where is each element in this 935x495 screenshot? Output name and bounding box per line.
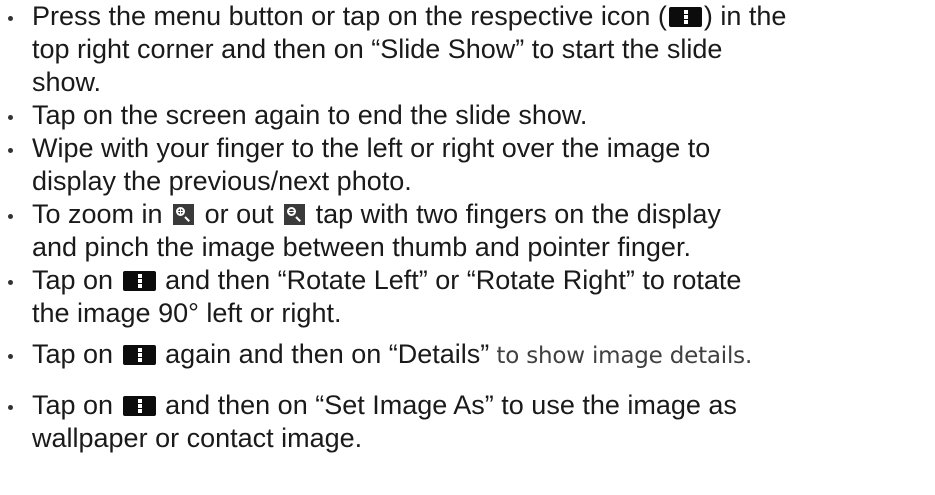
instruction-line: wallpaper or contact image. (32, 422, 362, 454)
instruction-line: Tap on the screen again to end the slide… (32, 99, 587, 131)
bullet-dot (8, 214, 13, 219)
instruction-line: Tap on and then on “Set Image As” to use… (32, 389, 737, 421)
instruction-text: and then on “Set Image As” to use the im… (157, 390, 737, 420)
bullet-dot (8, 16, 13, 21)
instruction-text: Tap on (32, 390, 121, 420)
instruction-line: Tap on and then “Rotate Left” or “Rotate… (32, 264, 741, 296)
instruction-text: Tap on (32, 265, 121, 295)
instruction-text: Tap on the screen again to end the slide… (32, 100, 588, 130)
menu-icon (668, 7, 702, 27)
bullet-dot (8, 280, 13, 285)
instruction-line: show. (32, 66, 101, 98)
instruction-text-tail: to show image details. (489, 343, 753, 369)
instruction-text: Press the menu button or tap on the resp… (32, 1, 667, 31)
instruction-line: top right corner and then on “Slide Show… (32, 33, 722, 65)
instruction-text: tap with two fingers on the display (308, 199, 721, 229)
instruction-document: Press the menu button or tap on the resp… (0, 0, 935, 495)
instruction-line: To zoom in or out tap with two fingers o… (32, 198, 721, 230)
instruction-text: ) in the (703, 1, 787, 31)
instruction-text: or out (197, 199, 282, 229)
instruction-text: and pinch the image between thumb and po… (32, 232, 691, 262)
instruction-text: and then “Rotate Left” or “Rotate Right”… (157, 265, 742, 295)
instruction-text: To zoom in (32, 199, 171, 229)
bullet-dot (8, 405, 13, 410)
zoom-in-icon (173, 204, 195, 225)
instruction-line: Press the menu button or tap on the resp… (32, 0, 786, 32)
instruction-line: the image 90° left or right. (32, 297, 341, 329)
instruction-line: Tap on again and then on “Details” to sh… (32, 338, 752, 370)
bullet-dot (8, 115, 13, 120)
bullet-dot (8, 354, 13, 359)
instruction-line: Wipe with your finger to the left or rig… (32, 132, 710, 164)
instruction-line: display the previous/next photo. (32, 165, 412, 197)
instruction-text: show. (32, 67, 102, 97)
instruction-text: Wipe with your finger to the left or rig… (32, 133, 711, 163)
instruction-text: wallpaper or contact image. (32, 423, 363, 453)
bullet-dot (8, 148, 13, 153)
menu-icon (122, 345, 156, 365)
menu-icon (122, 271, 156, 291)
instruction-text: again and then on “Details” (157, 339, 490, 369)
instruction-text: display the previous/next photo. (32, 166, 412, 196)
zoom-out-icon (284, 204, 306, 225)
instruction-text: top right corner and then on “Slide Show… (32, 34, 723, 64)
instruction-text: Tap on (32, 339, 121, 369)
instruction-line: and pinch the image between thumb and po… (32, 231, 691, 263)
instruction-text: the image 90° left or right. (32, 298, 342, 328)
menu-icon (122, 396, 156, 416)
